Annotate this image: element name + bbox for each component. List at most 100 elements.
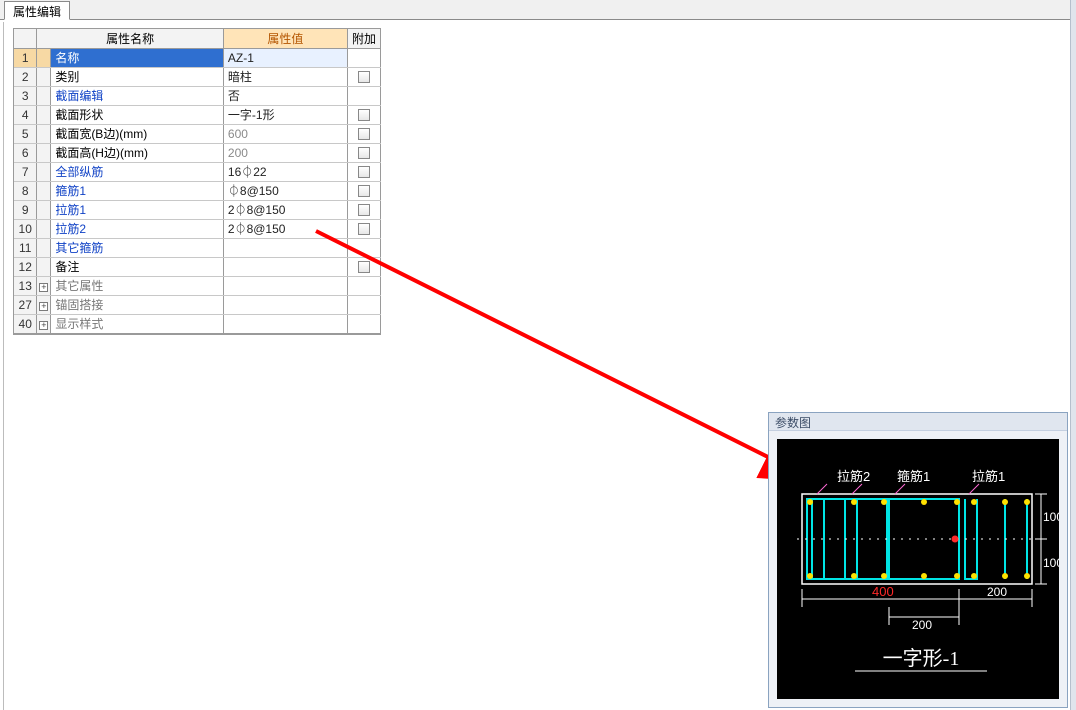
property-value[interactable] <box>223 314 347 333</box>
parameter-diagram-title: 参数图 <box>769 413 1067 431</box>
row-expander-cell <box>37 143 51 162</box>
property-value[interactable]: 2⏀8@150 <box>223 219 347 238</box>
checkbox-icon[interactable] <box>358 185 370 197</box>
table-row[interactable]: 3截面编辑否 <box>14 86 381 105</box>
row-index: 27 <box>14 295 37 314</box>
property-name[interactable]: 其它属性 <box>51 276 224 295</box>
property-value[interactable]: 否 <box>223 86 347 105</box>
table-header-row: 属性名称 属性值 附加 <box>14 29 381 48</box>
parameter-diagram: 拉筋2 箍筋1 拉筋1 100 100 400 <box>777 439 1059 699</box>
row-index: 13 <box>14 276 37 295</box>
row-expander-cell[interactable]: + <box>37 295 51 314</box>
col-header-extra[interactable]: 附加 <box>347 29 380 48</box>
checkbox-icon[interactable] <box>358 147 370 159</box>
dim-w-mid: 200 <box>912 618 932 632</box>
table-row[interactable]: 1名称AZ-1 <box>14 48 381 67</box>
property-name[interactable]: 拉筋2 <box>51 219 224 238</box>
property-value[interactable] <box>223 295 347 314</box>
property-value[interactable]: 16⏀22 <box>223 162 347 181</box>
table-row[interactable]: 7全部纵筋16⏀22 <box>14 162 381 181</box>
row-expander-cell <box>37 219 51 238</box>
property-value[interactable]: 暗柱 <box>223 67 347 86</box>
property-value[interactable]: ⏀8@150 <box>223 181 347 200</box>
dim-w-total: 400 <box>872 584 894 599</box>
row-expander-cell <box>37 124 51 143</box>
extra-checkbox-cell[interactable] <box>347 105 380 124</box>
extra-checkbox-cell[interactable] <box>347 181 380 200</box>
row-index: 40 <box>14 314 37 333</box>
extra-checkbox-cell[interactable] <box>347 200 380 219</box>
table-row[interactable]: 4截面形状一字-1形 <box>14 105 381 124</box>
extra-checkbox-cell <box>347 48 380 67</box>
property-name[interactable]: 锚固搭接 <box>51 295 224 314</box>
table-row[interactable]: 10 拉筋22⏀8@150 <box>14 219 381 238</box>
row-index: 10 <box>14 219 37 238</box>
checkbox-icon[interactable] <box>358 204 370 216</box>
property-value[interactable] <box>223 238 347 257</box>
extra-checkbox-cell[interactable] <box>347 124 380 143</box>
property-name[interactable]: 其它箍筋 <box>51 238 224 257</box>
extra-checkbox-cell[interactable] <box>347 67 380 86</box>
row-expander-cell <box>37 67 51 86</box>
diagram-label-gujin1: 箍筋1 <box>897 469 930 484</box>
table-row[interactable]: 5截面宽(B边)(mm)600 <box>14 124 381 143</box>
row-index: 12 <box>14 257 37 276</box>
extra-checkbox-cell[interactable] <box>347 162 380 181</box>
table-row[interactable]: 6 截面高(H边)(mm)200 <box>14 143 381 162</box>
property-value[interactable] <box>223 276 347 295</box>
property-table: 属性名称 属性值 附加 1名称AZ-12类别暗柱3截面编辑否4截面形状一字-1形… <box>13 28 381 335</box>
expand-icon[interactable]: + <box>39 283 48 292</box>
property-value[interactable]: 2⏀8@150 <box>223 200 347 219</box>
property-name[interactable]: 截面编辑 <box>51 86 224 105</box>
row-expander-cell <box>37 48 51 67</box>
checkbox-icon[interactable] <box>358 128 370 140</box>
property-value[interactable]: 600 <box>223 124 347 143</box>
extra-checkbox-cell[interactable] <box>347 219 380 238</box>
property-name[interactable]: 显示样式 <box>51 314 224 333</box>
tab-property-edit[interactable]: 属性编辑 <box>4 1 70 20</box>
table-row[interactable]: 9拉筋12⏀8@150 <box>14 200 381 219</box>
checkbox-icon[interactable] <box>358 71 370 83</box>
table-row[interactable]: 12 备注 <box>14 257 381 276</box>
row-expander-cell[interactable]: + <box>37 314 51 333</box>
property-name[interactable]: 名称 <box>51 48 224 67</box>
row-expander-cell[interactable]: + <box>37 276 51 295</box>
table-row[interactable]: 27+锚固搭接 <box>14 295 381 314</box>
extra-checkbox-cell[interactable] <box>347 257 380 276</box>
property-value[interactable]: 一字-1形 <box>223 105 347 124</box>
table-row[interactable]: 40+显示样式 <box>14 314 381 333</box>
property-value[interactable] <box>223 257 347 276</box>
property-value[interactable]: 200 <box>223 143 347 162</box>
row-index: 11 <box>14 238 37 257</box>
checkbox-icon[interactable] <box>358 109 370 121</box>
property-value[interactable]: AZ-1 <box>223 48 347 67</box>
right-scroll-edge[interactable] <box>1070 0 1076 710</box>
diagram-label-lajin2: 拉筋2 <box>837 469 870 484</box>
property-name[interactable]: 全部纵筋 <box>51 162 224 181</box>
parameter-diagram-panel: 参数图 <box>768 412 1068 708</box>
checkbox-icon[interactable] <box>358 166 370 178</box>
expand-icon[interactable]: + <box>39 321 48 330</box>
row-index: 8 <box>14 181 37 200</box>
checkbox-icon[interactable] <box>358 261 370 273</box>
table-row[interactable]: 8 箍筋1⏀8@150 <box>14 181 381 200</box>
property-name[interactable]: 拉筋1 <box>51 200 224 219</box>
col-header-value[interactable]: 属性值 <box>223 29 347 48</box>
table-row[interactable]: 11 其它箍筋 <box>14 238 381 257</box>
property-name[interactable]: 箍筋1 <box>51 181 224 200</box>
property-name[interactable]: 截面高(H边)(mm) <box>51 143 224 162</box>
property-name[interactable]: 类别 <box>51 67 224 86</box>
property-name[interactable]: 备注 <box>51 257 224 276</box>
property-name[interactable]: 截面形状 <box>51 105 224 124</box>
extra-checkbox-cell[interactable] <box>347 143 380 162</box>
property-name[interactable]: 截面宽(B边)(mm) <box>51 124 224 143</box>
row-expander-cell <box>37 238 51 257</box>
checkbox-icon[interactable] <box>358 223 370 235</box>
expand-icon[interactable]: + <box>39 302 48 311</box>
dim-h1: 100 <box>1043 510 1059 524</box>
table-row[interactable]: 13+其它属性 <box>14 276 381 295</box>
col-header-name[interactable]: 属性名称 <box>37 29 223 48</box>
table-row[interactable]: 2类别暗柱 <box>14 67 381 86</box>
row-expander-cell <box>37 200 51 219</box>
row-index: 6 <box>14 143 37 162</box>
